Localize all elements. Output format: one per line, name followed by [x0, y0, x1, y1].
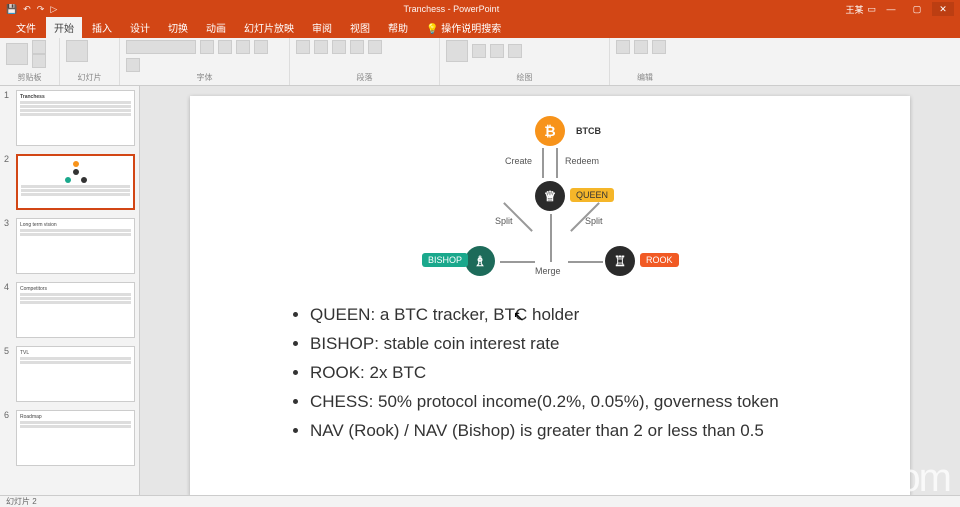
bullet-nav: NAV (Rook) / NAV (Bishop) is greater tha… — [310, 417, 880, 446]
slide-thumbnail-panel[interactable]: 1 Tranchess 2 3 Long term vision 4 Compe… — [0, 86, 140, 495]
thumbnail-3[interactable]: Long term vision — [16, 218, 135, 274]
redo-icon[interactable]: ↷ — [37, 4, 45, 15]
align-center-icon[interactable] — [350, 40, 364, 54]
copy-icon[interactable] — [32, 54, 46, 68]
window-title: Tranchess - PowerPoint — [57, 4, 845, 14]
node-bishop: ♗ — [465, 246, 495, 276]
tab-home[interactable]: 开始 — [46, 17, 82, 38]
edge-redeem: Redeem — [565, 156, 599, 166]
arrow-merge-l — [500, 261, 535, 263]
thumbnail-6[interactable]: Roadmap — [16, 410, 135, 466]
slide-canvas-area[interactable]: ₿ BTCB ♕ QUEEN ♗ BISHOP ♖ ROOK Create Re… — [140, 86, 960, 495]
label-bishop: BISHOP — [422, 253, 468, 267]
minimize-button[interactable]: — — [880, 2, 902, 16]
status-bar: 幻灯片 2 — [0, 495, 960, 507]
thumbnail-5[interactable]: TVL — [16, 346, 135, 402]
ribbon-group-font: 字体 — [120, 38, 290, 85]
tab-insert[interactable]: 插入 — [84, 17, 120, 38]
ribbon-display-icon[interactable]: ▭ — [867, 4, 876, 15]
node-btcb: ₿ — [535, 116, 565, 146]
label-btcb: BTCB — [570, 124, 607, 138]
find-icon[interactable] — [616, 40, 630, 54]
tab-transitions[interactable]: 切换 — [160, 17, 196, 38]
tab-animations[interactable]: 动画 — [198, 17, 234, 38]
ribbon-group-slides: 幻灯片 — [60, 38, 120, 85]
user-name[interactable]: 王某 — [845, 3, 863, 16]
tab-slideshow[interactable]: 幻灯片放映 — [236, 17, 302, 38]
tab-review[interactable]: 审阅 — [304, 17, 340, 38]
arrow-merge-r — [568, 261, 603, 263]
label-rook: ROOK — [640, 253, 679, 267]
arrow-create — [542, 148, 544, 178]
bullet-list: QUEEN: a BTC tracker, BTC holder BISHOP:… — [220, 301, 880, 445]
arrow-merge-u — [550, 214, 552, 262]
edge-create: Create — [505, 156, 532, 166]
arrange-icon[interactable] — [472, 44, 486, 58]
bullet-queen: QUEEN: a BTC tracker, BTC holder — [310, 301, 880, 330]
ribbon: 剪贴板 幻灯片 字体 段落 绘图 — [0, 38, 960, 86]
maximize-button[interactable]: ▢ — [906, 2, 928, 16]
thumbnail-1[interactable]: Tranchess — [16, 90, 135, 146]
thumbnail-4[interactable]: Competitors — [16, 282, 135, 338]
menu-bar: 文件 开始 插入 设计 切换 动画 幻灯片放映 审阅 视图 帮助 💡 操作说明搜… — [0, 18, 960, 38]
slide[interactable]: ₿ BTCB ♕ QUEEN ♗ BISHOP ♖ ROOK Create Re… — [190, 96, 910, 495]
font-select[interactable] — [126, 40, 196, 54]
node-queen: ♕ — [535, 181, 565, 211]
edge-merge: Merge — [535, 266, 561, 276]
ribbon-group-paragraph: 段落 — [290, 38, 440, 85]
ribbon-group-clipboard: 剪贴板 — [0, 38, 60, 85]
slideshow-icon[interactable]: ▷ — [50, 4, 57, 15]
new-slide-icon[interactable] — [66, 40, 88, 62]
arrow-redeem — [556, 148, 558, 178]
font-size[interactable] — [200, 40, 214, 54]
fill-icon[interactable] — [490, 44, 504, 58]
tab-file[interactable]: 文件 — [8, 17, 44, 38]
edge-split-l: Split — [495, 216, 513, 226]
shapes-icon[interactable] — [446, 40, 468, 62]
bullet-chess: CHESS: 50% protocol income(0.2%, 0.05%),… — [310, 388, 880, 417]
title-bar: 💾 ↶ ↷ ▷ Tranchess - PowerPoint 王某 ▭ — ▢ … — [0, 0, 960, 18]
quick-access-toolbar: 💾 ↶ ↷ ▷ — [0, 4, 57, 15]
replace-icon[interactable] — [634, 40, 648, 54]
label-queen: QUEEN — [570, 188, 614, 202]
bullet-rook: ROOK: 2x BTC — [310, 359, 880, 388]
align-left-icon[interactable] — [332, 40, 346, 54]
font-color-icon[interactable] — [126, 58, 140, 72]
underline-icon[interactable] — [254, 40, 268, 54]
tab-design[interactable]: 设计 — [122, 17, 158, 38]
undo-icon[interactable]: ↶ — [23, 4, 31, 15]
align-right-icon[interactable] — [368, 40, 382, 54]
bullets-icon[interactable] — [296, 40, 310, 54]
save-icon[interactable]: 💾 — [6, 4, 17, 15]
node-rook: ♖ — [605, 246, 635, 276]
outline-icon[interactable] — [508, 44, 522, 58]
italic-icon[interactable] — [236, 40, 250, 54]
ribbon-group-editing: 编辑 — [610, 38, 680, 85]
thumbnail-2[interactable] — [16, 154, 135, 210]
bullet-bishop: BISHOP: stable coin interest rate — [310, 330, 880, 359]
close-button[interactable]: ✕ — [932, 2, 954, 16]
status-slide-number: 幻灯片 2 — [6, 496, 37, 507]
edge-split-r: Split — [585, 216, 603, 226]
tab-view[interactable]: 视图 — [342, 17, 378, 38]
tab-help[interactable]: 帮助 — [380, 17, 416, 38]
ribbon-group-drawing: 绘图 — [440, 38, 610, 85]
bold-icon[interactable] — [218, 40, 232, 54]
workspace: 1 Tranchess 2 3 Long term vision 4 Compe… — [0, 86, 960, 495]
tell-me[interactable]: 💡 操作说明搜索 — [418, 17, 509, 38]
paste-icon[interactable] — [6, 43, 28, 65]
select-icon[interactable] — [652, 40, 666, 54]
token-diagram: ₿ BTCB ♕ QUEEN ♗ BISHOP ♖ ROOK Create Re… — [420, 116, 680, 286]
cut-icon[interactable] — [32, 40, 46, 54]
numbering-icon[interactable] — [314, 40, 328, 54]
